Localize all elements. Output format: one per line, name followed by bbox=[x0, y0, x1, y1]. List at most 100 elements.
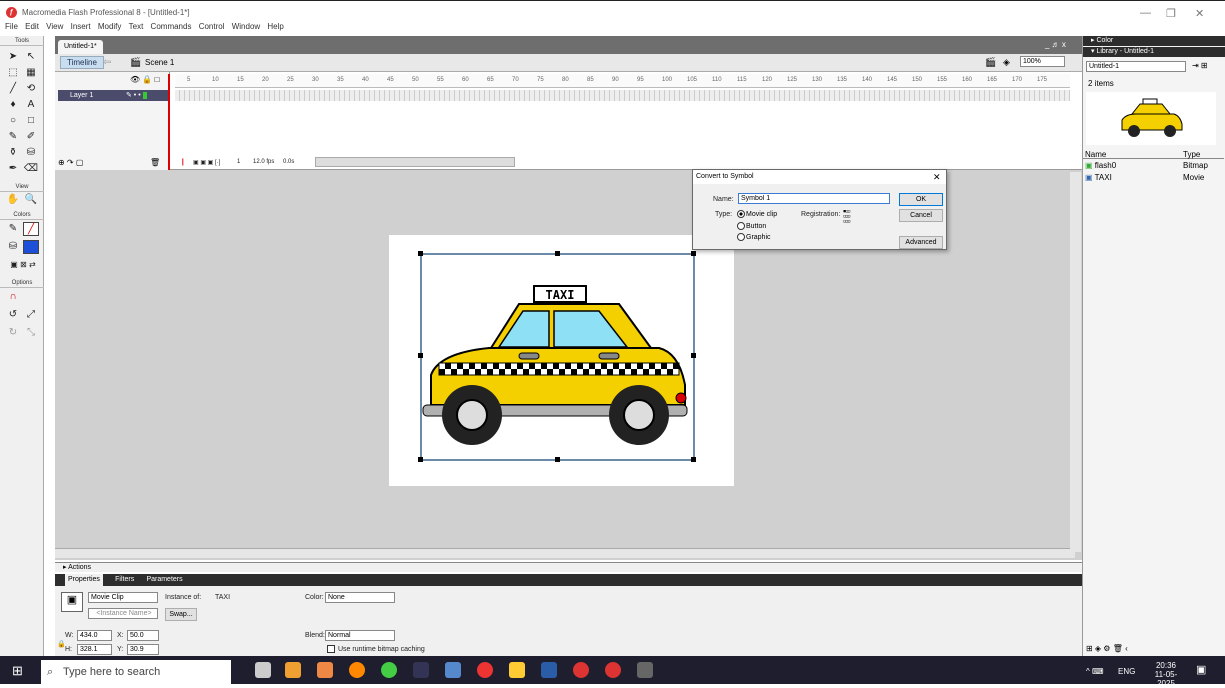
tab-filters[interactable]: Filters bbox=[115, 574, 134, 586]
lasso-tool-icon[interactable]: ⟲ bbox=[23, 82, 39, 96]
width-input[interactable]: 434.0 bbox=[77, 630, 112, 641]
brush-tool-icon[interactable]: ✐ bbox=[23, 130, 39, 144]
library-item[interactable]: ▣ flash0 Bitmap bbox=[1085, 161, 1215, 171]
layer-visibility-icons[interactable]: 👁 🔒 □ bbox=[130, 75, 159, 84]
taxi-drawing[interactable]: TAXI bbox=[389, 235, 734, 486]
fill-color-icon[interactable]: ⛁ bbox=[5, 240, 21, 254]
back-arrow-icon[interactable]: ⇦ bbox=[103, 57, 111, 68]
file-explorer-icon[interactable] bbox=[509, 662, 525, 678]
close-icon[interactable]: ✕ bbox=[1195, 7, 1204, 20]
minimize-icon[interactable]: — bbox=[1140, 7, 1151, 19]
document-tab[interactable]: Untitled-1* bbox=[58, 40, 103, 54]
menu-modify[interactable]: Modify bbox=[98, 22, 122, 31]
smooth-icon[interactable]: ↺ bbox=[5, 308, 21, 322]
layer-row[interactable]: Layer 1 ✎ • • ■ bbox=[58, 90, 168, 101]
library-select[interactable]: Untitled-1 bbox=[1086, 61, 1186, 72]
menu-insert[interactable]: Insert bbox=[71, 22, 91, 31]
rotate-icon[interactable]: ↻ bbox=[5, 326, 21, 340]
color-swap-icons[interactable]: ▣ ⊠ ⇄ bbox=[4, 258, 42, 272]
app2-icon[interactable] bbox=[445, 662, 461, 678]
type-movie-clip-radio[interactable]: Movie clip bbox=[737, 210, 777, 218]
stage-vscroll[interactable] bbox=[1070, 172, 1081, 552]
flash-app-taskbar-icon[interactable] bbox=[605, 662, 621, 678]
tray-icons[interactable]: ^ ⌨ bbox=[1086, 667, 1104, 676]
zoom-tool-icon[interactable]: 🔍 bbox=[23, 193, 39, 207]
menu-view[interactable]: View bbox=[46, 22, 63, 31]
y-input[interactable]: 30.9 bbox=[127, 644, 159, 655]
menu-edit[interactable]: Edit bbox=[25, 22, 39, 31]
blend-select[interactable]: Normal bbox=[325, 630, 395, 641]
frame-strip[interactable] bbox=[175, 90, 1070, 101]
notifications-icon[interactable]: ▣ bbox=[1196, 663, 1206, 676]
menu-text[interactable]: Text bbox=[129, 22, 144, 31]
free-transform-icon[interactable]: ⬚ bbox=[5, 66, 21, 80]
stroke-color-icon[interactable]: ✎ bbox=[5, 222, 21, 236]
color-panel-header[interactable]: ▸ Color bbox=[1083, 36, 1225, 46]
library-bottom-icons[interactable]: ⊞ ◈ ⚙ 🗑 ‹ bbox=[1086, 644, 1128, 653]
pen-tool-icon[interactable]: ♦ bbox=[5, 98, 21, 112]
delete-layer-icon[interactable]: 🗑 bbox=[150, 158, 160, 167]
color-select[interactable]: None bbox=[325, 592, 395, 603]
timeline-hscroll[interactable] bbox=[315, 157, 515, 167]
fill-swatch[interactable] bbox=[23, 240, 39, 254]
app-icon[interactable] bbox=[317, 662, 333, 678]
symbol-name-input[interactable] bbox=[738, 193, 890, 204]
browser-icon[interactable] bbox=[381, 662, 397, 678]
onion-skin-icons[interactable]: ▣ ▣ ▣ [·] bbox=[193, 159, 220, 166]
swap-button[interactable]: Swap... bbox=[165, 608, 197, 621]
stroke-swatch[interactable]: ╱ bbox=[23, 222, 39, 236]
oval-tool-icon[interactable]: ○ bbox=[5, 114, 21, 128]
menu-control[interactable]: Control bbox=[199, 22, 225, 31]
hand-tool-icon[interactable]: ✋ bbox=[5, 193, 21, 207]
library-panel-header[interactable]: ▾ Library - Untitled-1 bbox=[1083, 47, 1225, 57]
x-input[interactable]: 50.0 bbox=[127, 630, 159, 641]
arrow-tool-icon[interactable]: ➤ bbox=[5, 50, 21, 64]
eyedropper-icon[interactable]: ✒ bbox=[5, 162, 21, 176]
maximize-icon[interactable]: ❐ bbox=[1166, 7, 1176, 20]
windows-start-icon[interactable]: ⊞ bbox=[12, 663, 23, 679]
doc-window-controls[interactable]: _ ♬ x bbox=[1045, 40, 1066, 49]
paint-bucket-icon[interactable]: ⛁ bbox=[23, 146, 39, 160]
instance-name-input[interactable]: <Instance Name> bbox=[88, 608, 158, 619]
scale-icon[interactable]: ⤡ bbox=[23, 326, 39, 340]
fill-transform-icon[interactable]: ▦ bbox=[23, 66, 39, 80]
actions-panel-header[interactable]: ▸ Actions bbox=[55, 562, 1082, 572]
taskbar-search[interactable]: ⌕ Type here to search bbox=[41, 660, 231, 684]
type-graphic-radio[interactable]: Graphic bbox=[737, 233, 771, 241]
cancel-button[interactable]: Cancel bbox=[899, 209, 943, 222]
ink-bottle-icon[interactable]: ⚱ bbox=[5, 146, 21, 160]
registration-grid-icon[interactable]: ▪▫▫ ▫▫▫ ▫▫▫ bbox=[843, 207, 851, 226]
advanced-button[interactable]: Advanced bbox=[899, 236, 943, 249]
edit-symbol-icon[interactable]: ◈ bbox=[1003, 57, 1010, 68]
copilot-icon[interactable] bbox=[285, 662, 301, 678]
task-view-icon[interactable] bbox=[255, 662, 271, 678]
eraser-icon[interactable]: ⌫ bbox=[23, 162, 39, 176]
language-indicator[interactable]: ENG bbox=[1118, 667, 1135, 676]
center-frame-icon[interactable]: ┃ bbox=[181, 159, 185, 166]
firefox-icon[interactable] bbox=[349, 662, 365, 678]
type-button-radio[interactable]: Button bbox=[737, 222, 766, 230]
frame-ruler[interactable]: 5 10 15 20 25 30 35 40 45 50 55 60 65 70 75 80 85 90 95 100… bbox=[175, 74, 1070, 88]
library-item[interactable]: ▣ TAXI Movie bbox=[1085, 173, 1215, 183]
layer-state-icons[interactable]: ✎ • • ■ bbox=[126, 90, 147, 101]
menu-help[interactable]: Help bbox=[267, 22, 283, 31]
rectangle-tool-icon[interactable]: □ bbox=[23, 114, 39, 128]
stage[interactable]: TAXI bbox=[389, 235, 734, 486]
stage-hscroll[interactable] bbox=[55, 548, 1075, 558]
layer-add-icons[interactable]: ⊕ ↷ ▢ bbox=[58, 158, 83, 167]
timeline-button[interactable]: Timeline bbox=[60, 56, 104, 69]
menu-window[interactable]: Window bbox=[232, 22, 260, 31]
chrome-icon[interactable] bbox=[477, 662, 493, 678]
pencil-tool-icon[interactable]: ✎ bbox=[5, 130, 21, 144]
height-input[interactable]: 328.1 bbox=[77, 644, 112, 655]
symbol-type-select[interactable]: Movie Clip bbox=[88, 592, 158, 603]
menu-commands[interactable]: Commands bbox=[151, 22, 192, 31]
edit-scene-icon[interactable]: 🎬 bbox=[985, 57, 996, 68]
playhead[interactable] bbox=[168, 74, 170, 170]
snap-magnet-icon[interactable]: ∩ bbox=[5, 290, 21, 304]
dialog-close-icon[interactable]: ✕ bbox=[933, 172, 941, 183]
tab-properties[interactable]: Properties bbox=[65, 574, 103, 586]
terminal-icon[interactable] bbox=[413, 662, 429, 678]
subselect-tool-icon[interactable]: ↖ bbox=[23, 50, 39, 64]
bitmap-cache-checkbox[interactable] bbox=[327, 645, 335, 653]
